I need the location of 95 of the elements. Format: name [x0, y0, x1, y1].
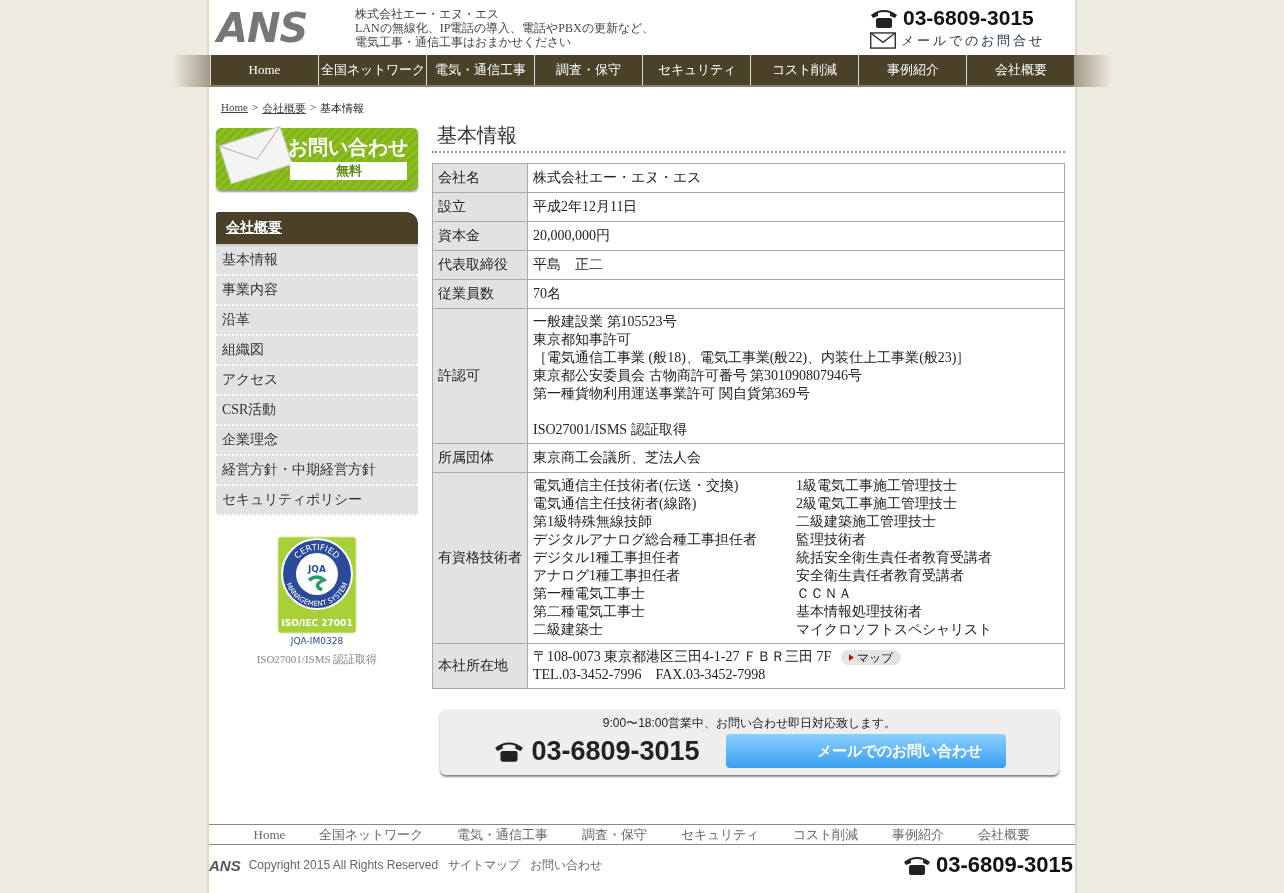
qualification: 第二種電気工事士 [533, 603, 646, 621]
row-label: 本社所在地 [432, 643, 528, 689]
qualification: デジタルアナログ総合種工事担任者 [533, 531, 758, 549]
row-label: 資本金 [432, 221, 528, 251]
page-title: 基本情報 [432, 122, 1065, 153]
qualification: 安全衛生責任者教育受講者 [796, 567, 965, 585]
nav-tab[interactable]: 電気・通信工事 [426, 55, 534, 85]
mail-link[interactable]: メールでのお問合せ [901, 31, 1045, 50]
breadcrumb-separator: > [251, 101, 259, 115]
sidebar-item[interactable]: セキュリティポリシー [216, 486, 418, 516]
phone-number: 03-6809-3015 [903, 5, 1034, 30]
table-cell-line: ［電気通信工事業 (般18)、電気工事業(般22)、内装仕上工事業(般23)］ [533, 349, 972, 367]
qualification: 二級建築士 [533, 621, 604, 639]
breadcrumb-link[interactable]: 会社概要 [262, 101, 307, 116]
envelope-icon [869, 32, 897, 49]
footer-link[interactable]: 調査・保守 [582, 825, 648, 844]
phone-number: 03-6809-3015 [531, 735, 700, 767]
row-label: 会社名 [432, 163, 528, 193]
footer-link[interactable]: 全国ネットワーク [319, 825, 424, 844]
qualification: アナログ1種工事担任者 [533, 567, 681, 585]
nav-tab[interactable]: 全国ネットワーク [318, 55, 426, 85]
sidebar-item[interactable]: 企業理念 [216, 426, 418, 456]
certification-caption: ISO27001/ISMS 認証取得 [256, 652, 378, 667]
breadcrumb-current: 基本情報 [320, 101, 365, 116]
table-cell-line: 東京都公安委員会 古物商許可番号 第301090807946号 [533, 367, 863, 385]
phone-fax: TEL.03-3452-7996 FAX.03-3452-7998 [533, 666, 767, 684]
footer-link[interactable]: コスト削減 [793, 825, 859, 844]
sidebar-item[interactable]: 事業内容 [216, 276, 418, 306]
address: 〒108-0073 東京都港区三田4-1-27 ＦＢＲ三田 7F [533, 649, 832, 664]
tagline: LANの無線化、IP電話の導入、電話やPBXの更新など、 [355, 20, 654, 35]
nav-bar-end [1074, 55, 1112, 87]
sidebar-item[interactable]: 組織図 [216, 336, 418, 366]
qualification: デジタル1種工事担任者 [533, 549, 681, 567]
footer-link[interactable]: お問い合わせ [530, 856, 603, 874]
sidebar-item[interactable]: 経営方針・中期経営方針 [216, 456, 418, 486]
nav-tab[interactable]: Home [210, 55, 318, 85]
footer-link[interactable]: 会社概要 [978, 825, 1031, 844]
table-cell-line: ISO27001/ISMS 認証取得 [533, 421, 688, 439]
footer-link[interactable]: 電気・通信工事 [457, 825, 549, 844]
row-label: 許認可 [432, 308, 528, 444]
qualification: 第一種電気工事士 [533, 585, 646, 603]
qualification: 監理技術者 [796, 531, 867, 549]
sidebar-item[interactable]: アクセス [216, 366, 418, 396]
breadcrumb-separator: > [310, 101, 317, 115]
telephone-icon [902, 854, 932, 876]
footer-link[interactable]: セキュリティ [681, 825, 760, 844]
table-cell: 平島 正二 [527, 250, 1065, 280]
row-label: 設立 [432, 192, 528, 222]
nav-tab[interactable]: コスト削減 [750, 55, 858, 85]
nav-tab[interactable]: セキュリティ [642, 55, 750, 85]
qualification: 二級建築施工管理技士 [796, 513, 937, 531]
copyright: Copyright 2015 All Rights Reserved [248, 858, 439, 872]
qualification: 電気通信主任技術者(伝送・交換) [533, 477, 740, 495]
footer-logo: ANS [209, 856, 241, 874]
table-cell: 株式会社エー・エヌ・エス [527, 163, 1065, 193]
table-cell-line: 東京都知事許可 [533, 331, 632, 349]
table-cell: 20,000,000円 [527, 221, 1065, 251]
footer-link[interactable]: 事例紹介 [892, 825, 945, 844]
breadcrumb-link[interactable]: Home [221, 101, 248, 116]
sidebar-item[interactable]: CSR活動 [216, 396, 418, 426]
row-label: 従業員数 [432, 279, 528, 309]
table-cell: 70名 [527, 279, 1065, 309]
footer-link[interactable]: Home [253, 826, 286, 843]
nav-bar-end [172, 55, 210, 87]
contact-banner[interactable]: お問い合わせ 無料 [216, 128, 418, 190]
row-label: 代表取締役 [432, 250, 528, 280]
nav-tab[interactable]: 事例紹介 [858, 55, 966, 85]
table-cell: 東京商工会議所、芝法人会 [527, 443, 1065, 473]
certification-mark: JQA [308, 564, 326, 574]
qualification: 2級電気工事施工管理技士 [796, 495, 958, 513]
certification-standard: ISO/IEC 27001 [281, 618, 353, 628]
sidebar-heading[interactable]: 会社概要 [216, 212, 418, 246]
certification-number: JQA-IM0328 [290, 636, 344, 646]
map-button[interactable]: マップ [841, 650, 902, 665]
phone-number: 03-6809-3015 [936, 852, 1073, 878]
footer-link[interactable]: サイトマップ [448, 856, 521, 874]
table-cell-line: 第一種貨物利用運送事業許可 関自貨第369号 [533, 385, 811, 403]
sidebar-item[interactable]: 沿革 [216, 306, 418, 336]
tagline: 電気工事・通信工事はおまかせください [355, 34, 572, 49]
qualification: 基本情報処理技術者 [796, 603, 923, 621]
qualification: マイクロソフトスペシャリスト [796, 621, 993, 639]
business-hours: 9:00〜18:00営業中、お問い合わせ即日対応致します。 [602, 715, 897, 732]
qualification: 第1級特殊無線技師 [533, 513, 653, 531]
qualification: ＣＣＮＡ [796, 585, 853, 603]
row-label: 有資格技術者 [432, 472, 528, 644]
qualification: 電気通信主任技術者(線路) [533, 495, 698, 513]
sidebar-item[interactable]: 基本情報 [216, 246, 418, 276]
table-cell: 平成2年12月11日 [527, 192, 1065, 222]
triangle-icon [849, 654, 855, 661]
table-cell-line: 一般建設業 第105523号 [533, 313, 678, 331]
row-label: 所属団体 [432, 443, 528, 473]
qualification: 1級電気工事施工管理技士 [796, 477, 958, 495]
nav-tab[interactable]: 調査・保守 [534, 55, 642, 85]
qualification: 統括安全衛生責任者教育受講者 [796, 549, 993, 567]
company-name: 株式会社エー・エヌ・エス [355, 6, 500, 21]
